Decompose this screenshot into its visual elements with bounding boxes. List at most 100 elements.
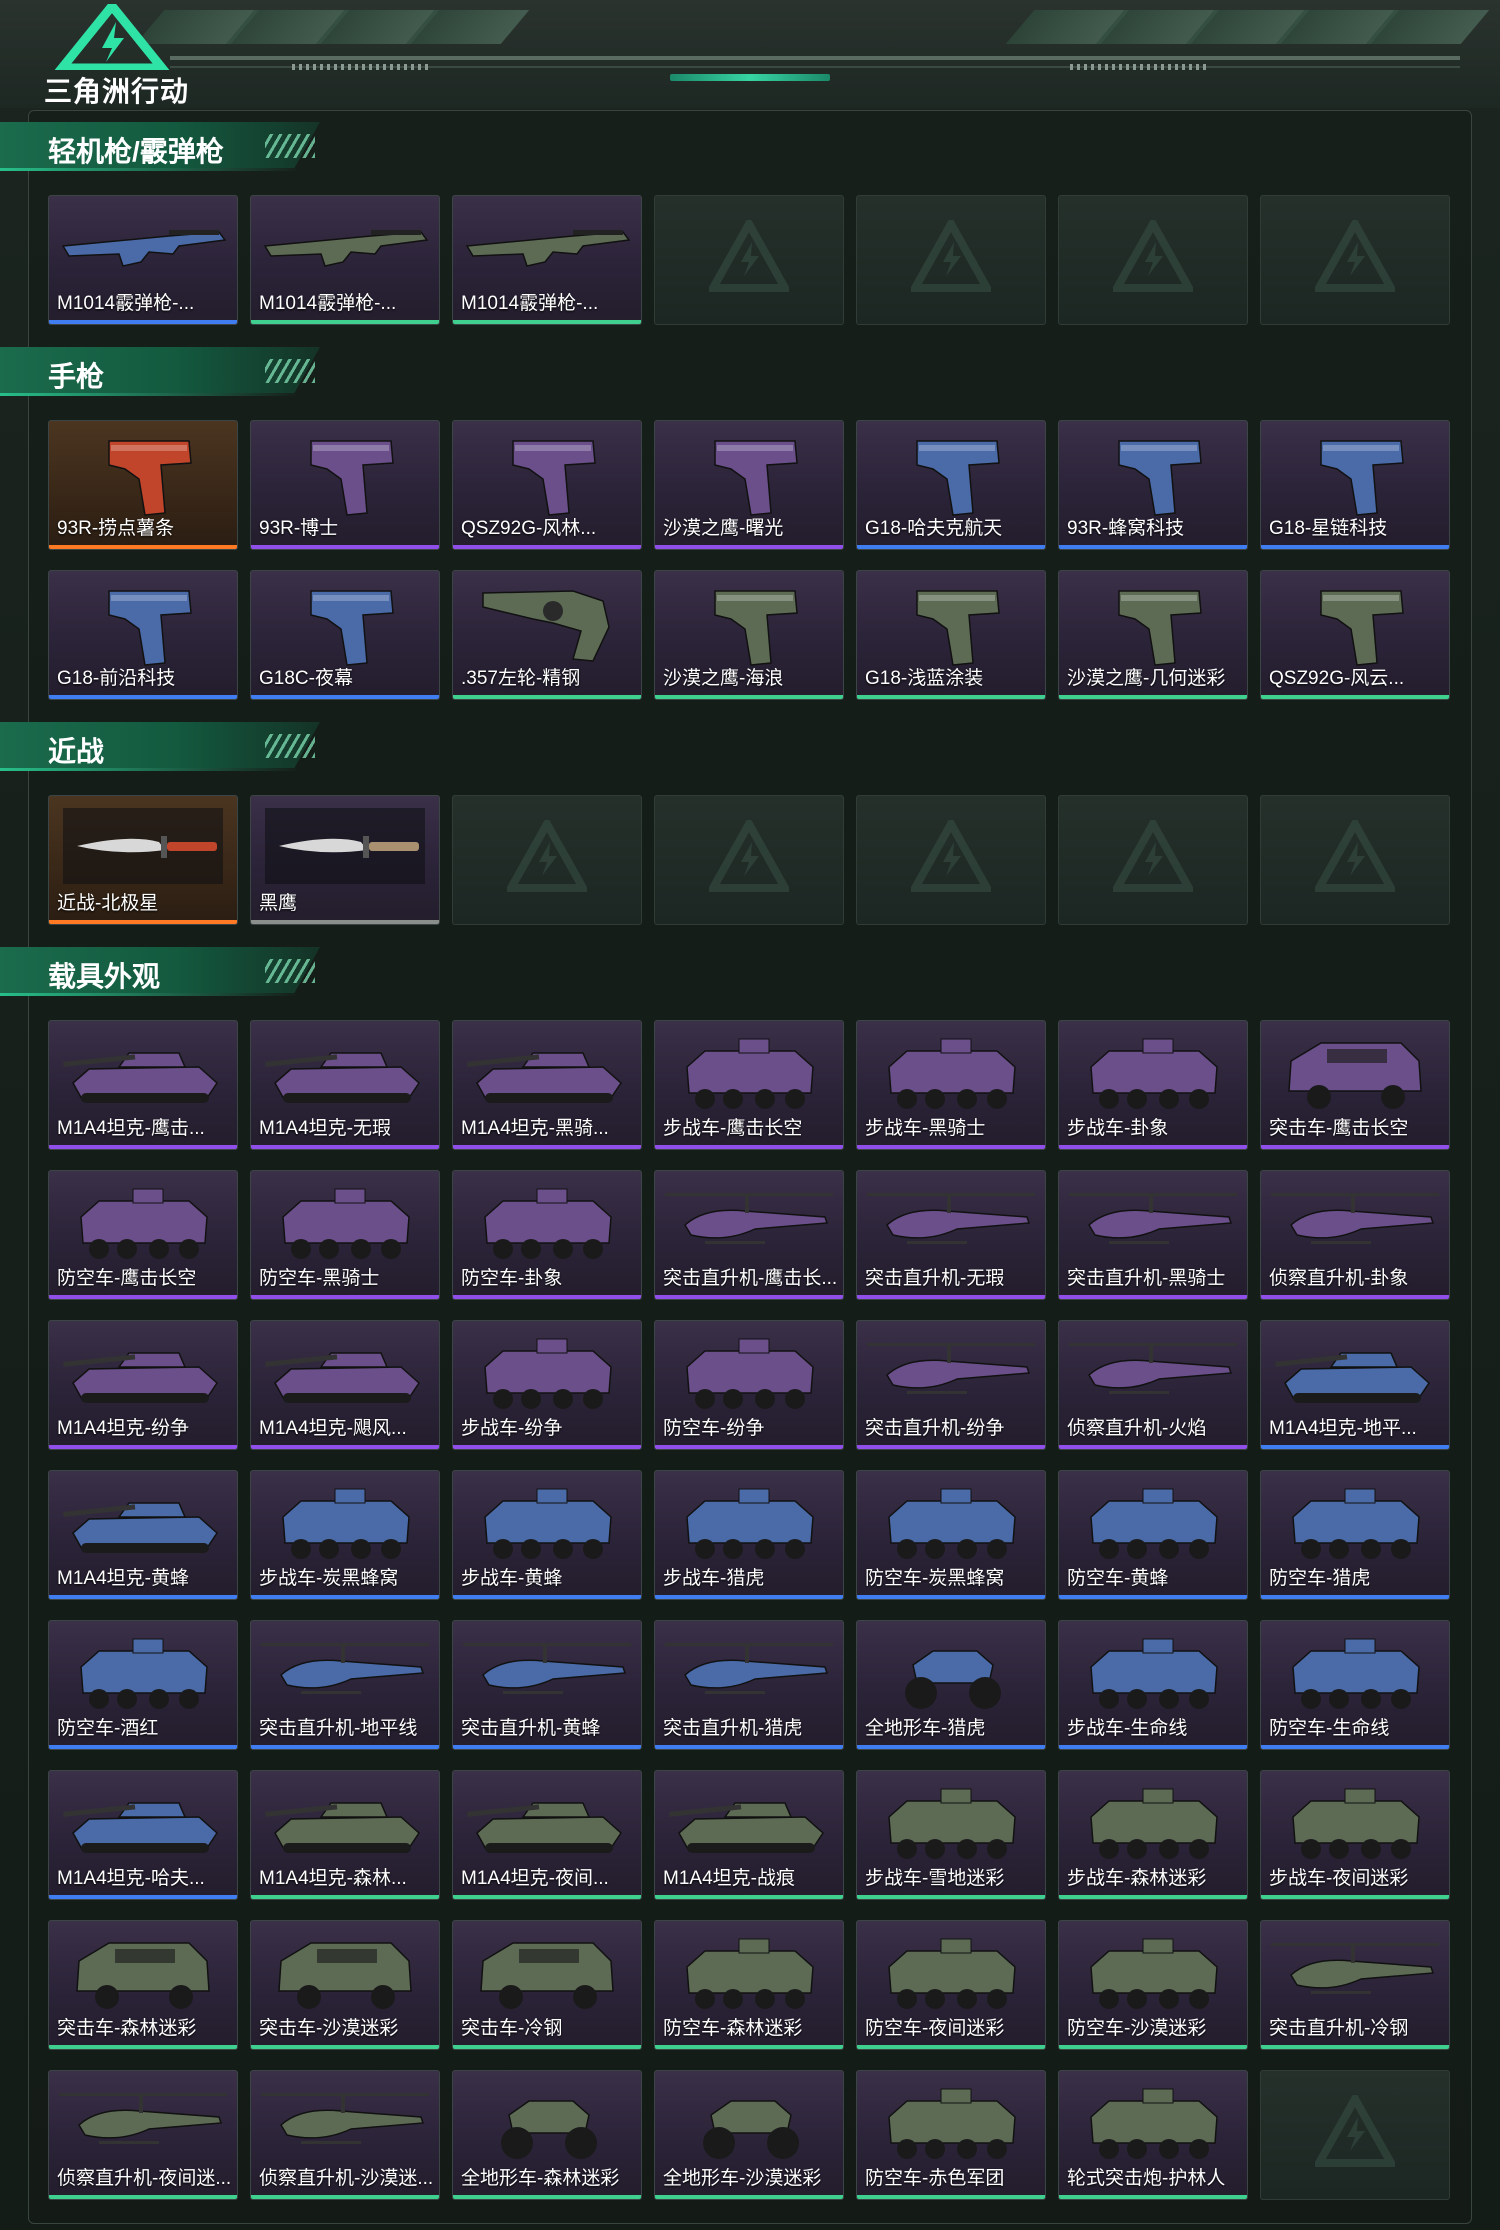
tank-icon xyxy=(49,1321,237,1421)
item-label: M1A4坦克-飓风... xyxy=(259,1418,407,1439)
item-card[interactable]: M1A4坦克-地平... xyxy=(1260,1320,1450,1450)
section-title-0: 轻机枪/霰弹枪 xyxy=(0,122,330,174)
item-card[interactable]: 步战车-夜间迷彩 xyxy=(1260,1770,1450,1900)
rarity-bar xyxy=(453,320,641,324)
item-card[interactable]: 防空车-鹰击长空 xyxy=(48,1170,238,1300)
item-card[interactable]: 93R-蜂窝科技 xyxy=(1058,420,1248,550)
item-card[interactable]: 防空车-酒红 xyxy=(48,1620,238,1750)
item-card[interactable]: G18-前沿科技 xyxy=(48,570,238,700)
item-card[interactable]: 步战车-炭黑蜂窝 xyxy=(250,1470,440,1600)
item-card[interactable]: 防空车-生命线 xyxy=(1260,1620,1450,1750)
item-card[interactable]: 全地形车-猎虎 xyxy=(856,1620,1046,1750)
item-card[interactable]: 沙漠之鹰-曙光 xyxy=(654,420,844,550)
item-label: 防空车-酒红 xyxy=(57,1718,159,1739)
item-card[interactable]: G18-哈夫克航天 xyxy=(856,420,1046,550)
ifv-icon xyxy=(1059,1471,1247,1571)
item-card[interactable]: 步战车-森林迷彩 xyxy=(1058,1770,1248,1900)
item-label: 防空车-生命线 xyxy=(1269,1718,1390,1739)
item-card[interactable]: 步战车-黄蜂 xyxy=(452,1470,642,1600)
item-card[interactable]: 侦察直升机-沙漠迷... xyxy=(250,2070,440,2200)
item-card[interactable]: M1A4坦克-森林... xyxy=(250,1770,440,1900)
item-card[interactable]: 轮式突击炮-护林人 xyxy=(1058,2070,1248,2200)
item-card[interactable]: G18-星链科技 xyxy=(1260,420,1450,550)
item-card[interactable]: 突击直升机-无瑕 xyxy=(856,1170,1046,1300)
ifv-icon xyxy=(453,1471,641,1571)
rarity-bar xyxy=(857,1445,1045,1449)
rarity-bar xyxy=(857,1745,1045,1749)
rarity-bar xyxy=(1059,1745,1247,1749)
item-card[interactable]: M1A4坦克-无瑕 xyxy=(250,1020,440,1150)
tank-icon xyxy=(655,1771,843,1871)
item-card[interactable]: 突击直升机-黄蜂 xyxy=(452,1620,642,1750)
empty-slot xyxy=(856,795,1046,925)
item-card[interactable]: 步战车-纷争 xyxy=(452,1320,642,1450)
item-card[interactable]: M1A4坦克-纷争 xyxy=(48,1320,238,1450)
item-card[interactable]: 全地形车-沙漠迷彩 xyxy=(654,2070,844,2200)
item-card[interactable]: 近战-北极星 xyxy=(48,795,238,925)
pistol-icon xyxy=(857,421,1045,521)
item-card[interactable]: 防空车-纷争 xyxy=(654,1320,844,1450)
item-card[interactable]: 突击直升机-猎虎 xyxy=(654,1620,844,1750)
item-card[interactable]: 全地形车-森林迷彩 xyxy=(452,2070,642,2200)
item-card[interactable]: 沙漠之鹰-海浪 xyxy=(654,570,844,700)
item-card[interactable]: 步战车-雪地迷彩 xyxy=(856,1770,1046,1900)
item-card[interactable]: .357左轮-精钢 xyxy=(452,570,642,700)
item-card[interactable]: 侦察直升机-卦象 xyxy=(1260,1170,1450,1300)
item-card[interactable]: 突击车-森林迷彩 xyxy=(48,1920,238,2050)
tank-icon xyxy=(251,1771,439,1871)
item-card[interactable]: 步战车-猎虎 xyxy=(654,1470,844,1600)
rarity-bar xyxy=(251,2045,439,2049)
item-label: 突击直升机-黄蜂 xyxy=(461,1718,601,1739)
rarity-bar xyxy=(1261,1295,1449,1299)
item-card[interactable]: 突击车-沙漠迷彩 xyxy=(250,1920,440,2050)
item-label: 步战车-鹰击长空 xyxy=(663,1118,803,1139)
item-card[interactable]: 突击车-冷钢 xyxy=(452,1920,642,2050)
item-label: 防空车-猎虎 xyxy=(1269,1568,1371,1589)
item-card[interactable]: 侦察直升机-火焰 xyxy=(1058,1320,1248,1450)
item-card[interactable]: 突击车-鹰击长空 xyxy=(1260,1020,1450,1150)
item-card[interactable]: 突击直升机-黑骑士 xyxy=(1058,1170,1248,1300)
item-card[interactable]: 93R-捞点薯条 xyxy=(48,420,238,550)
item-card[interactable]: 防空车-炭黑蜂窝 xyxy=(856,1470,1046,1600)
rarity-bar xyxy=(453,1295,641,1299)
item-card[interactable]: 防空车-猎虎 xyxy=(1260,1470,1450,1600)
item-card[interactable]: M1A4坦克-飓风... xyxy=(250,1320,440,1450)
rarity-bar xyxy=(1059,1445,1247,1449)
item-card[interactable]: 突击直升机-冷钢 xyxy=(1260,1920,1450,2050)
heli-icon xyxy=(1059,1171,1247,1271)
item-card[interactable]: 防空车-沙漠迷彩 xyxy=(1058,1920,1248,2050)
item-card[interactable]: M1014霰弹枪-... xyxy=(250,195,440,325)
item-card[interactable]: 突击直升机-鹰击长... xyxy=(654,1170,844,1300)
tank-icon xyxy=(49,1021,237,1121)
item-card[interactable]: 突击直升机-地平线 xyxy=(250,1620,440,1750)
item-card[interactable]: 防空车-赤色军团 xyxy=(856,2070,1046,2200)
item-card[interactable]: M1A4坦克-夜间... xyxy=(452,1770,642,1900)
item-card[interactable]: QSZ92G-风云... xyxy=(1260,570,1450,700)
item-card[interactable]: 突击直升机-纷争 xyxy=(856,1320,1046,1450)
item-card[interactable]: 防空车-森林迷彩 xyxy=(654,1920,844,2050)
item-card[interactable]: M1014霰弹枪-... xyxy=(48,195,238,325)
item-card[interactable]: 步战车-生命线 xyxy=(1058,1620,1248,1750)
item-card[interactable]: M1014霰弹枪-... xyxy=(452,195,642,325)
item-card[interactable]: 步战车-黑骑士 xyxy=(856,1020,1046,1150)
item-card[interactable]: M1A4坦克-黄蜂 xyxy=(48,1470,238,1600)
item-card[interactable]: 步战车-卦象 xyxy=(1058,1020,1248,1150)
item-card[interactable]: QSZ92G-风林... xyxy=(452,420,642,550)
item-card[interactable]: 防空车-卦象 xyxy=(452,1170,642,1300)
item-card[interactable]: G18-浅蓝涂装 xyxy=(856,570,1046,700)
item-card[interactable]: 沙漠之鹰-几何迷彩 xyxy=(1058,570,1248,700)
item-card[interactable]: 防空车-黄蜂 xyxy=(1058,1470,1248,1600)
item-card[interactable]: M1A4坦克-鹰击... xyxy=(48,1020,238,1150)
item-card[interactable]: 93R-博士 xyxy=(250,420,440,550)
item-card[interactable]: 侦察直升机-夜间迷... xyxy=(48,2070,238,2200)
item-label: M1A4坦克-森林... xyxy=(259,1868,407,1889)
item-card[interactable]: M1A4坦克-哈夫... xyxy=(48,1770,238,1900)
rarity-bar xyxy=(1261,1445,1449,1449)
item-card[interactable]: 黑鹰 xyxy=(250,795,440,925)
item-card[interactable]: 防空车-黑骑士 xyxy=(250,1170,440,1300)
item-card[interactable]: 步战车-鹰击长空 xyxy=(654,1020,844,1150)
item-card[interactable]: M1A4坦克-战痕 xyxy=(654,1770,844,1900)
item-card[interactable]: 防空车-夜间迷彩 xyxy=(856,1920,1046,2050)
item-card[interactable]: G18C-夜幕 xyxy=(250,570,440,700)
item-card[interactable]: M1A4坦克-黑骑... xyxy=(452,1020,642,1150)
